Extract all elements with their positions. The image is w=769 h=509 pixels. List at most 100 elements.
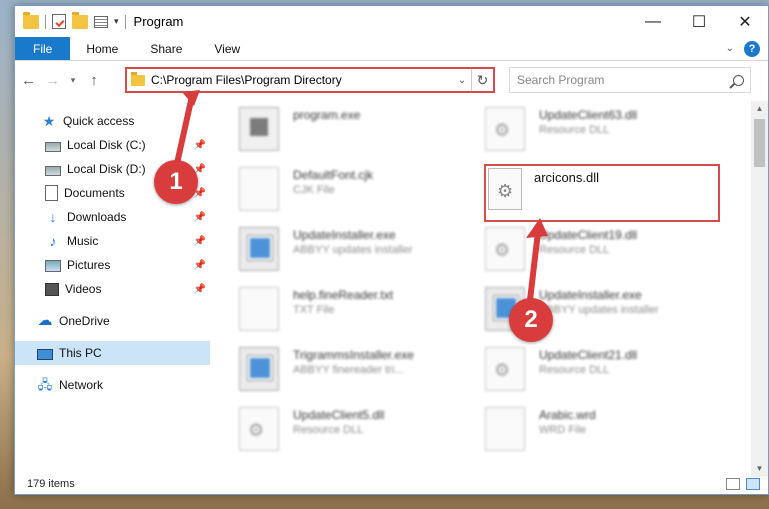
vertical-scrollbar[interactable]: ▲ ▼ <box>751 101 768 477</box>
file-name: arcicons.dll <box>534 170 600 185</box>
address-dropdown-icon[interactable]: ⌄ <box>453 75 471 86</box>
toolbar-divider <box>124 14 126 29</box>
search-box[interactable]: Search Program <box>509 67 751 93</box>
maximize-button[interactable]: ☐ <box>676 6 722 37</box>
properties-icon[interactable] <box>52 14 66 29</box>
dll-icon <box>239 407 279 451</box>
dll-icon <box>485 227 525 271</box>
address-bar[interactable]: C:\Program Files\Program Directory ⌄ ↻ <box>125 67 495 93</box>
file-name: UpdateClient63.dll <box>539 108 638 122</box>
file-item[interactable]: UpdateClient19.dll Resource DLL <box>485 227 735 283</box>
sidebar-item-label: Network <box>59 378 104 392</box>
address-path[interactable]: C:\Program Files\Program Directory <box>151 73 342 87</box>
tab-share[interactable]: Share <box>134 37 198 60</box>
expand-ribbon-icon[interactable]: ⌄ <box>726 43 734 54</box>
videos-icon <box>45 282 59 296</box>
back-arrow-icon[interactable]: ← <box>21 72 36 89</box>
sidebar-item-videos[interactable]: Videos 📌 <box>15 277 210 301</box>
new-folder-icon[interactable] <box>72 11 88 29</box>
file-item[interactable]: program.exe <box>239 107 489 163</box>
tab-view[interactable]: View <box>198 37 256 60</box>
sidebar-item-onedrive[interactable]: ☁ OneDrive <box>15 309 210 333</box>
search-icon[interactable] <box>733 74 744 86</box>
dll-icon <box>485 347 525 391</box>
sidebar-item-downloads[interactable]: ↓ Downloads 📌 <box>15 205 210 229</box>
file-item[interactable]: UpdateClient63.dll Resource DLL <box>485 107 735 163</box>
sidebar-item-label: OneDrive <box>59 314 110 328</box>
file-type: TXT File <box>293 304 335 316</box>
forward-arrow-icon[interactable]: → <box>45 72 60 89</box>
step-1-badge: 1 <box>154 160 198 204</box>
pin-icon[interactable]: 📌 <box>194 212 206 223</box>
step-2-badge: 2 <box>509 298 553 342</box>
sidebar-item-quick-access[interactable]: ★ Quick access <box>15 109 210 133</box>
up-arrow-icon[interactable]: ↑ <box>87 72 101 89</box>
navigation-pane: ★ Quick access Local Disk (C:) 📌 Local D… <box>15 101 210 461</box>
file-item[interactable]: UpdateInstaller.exe ABBYY updates install… <box>239 227 489 283</box>
file-name: UpdateInstaller.exe <box>539 288 642 302</box>
pin-icon[interactable]: 📌 <box>194 236 206 247</box>
file-item-arcicons[interactable]: arcicons.dll <box>488 168 599 210</box>
sidebar-item-label: Quick access <box>63 114 135 128</box>
scroll-up-icon[interactable]: ▲ <box>751 101 768 117</box>
pin-icon[interactable]: 📌 <box>194 260 206 271</box>
file-name: Arabic.wrd <box>539 408 596 422</box>
refresh-icon[interactable]: ↻ <box>471 69 493 91</box>
doc-icon <box>485 407 525 451</box>
help-icon[interactable]: ? <box>744 40 760 57</box>
sidebar-item-network[interactable]: 🖧 Network <box>15 373 210 397</box>
file-name: DefaultFont.cjk <box>293 168 374 182</box>
sidebar-item-this-pc[interactable]: This PC <box>15 341 210 365</box>
sidebar-item-label: Local Disk (C:) <box>67 138 146 152</box>
pin-icon[interactable]: 📌 <box>194 140 206 151</box>
pc-icon <box>37 348 53 360</box>
details-view-icon[interactable] <box>726 478 740 490</box>
view-options-icon[interactable] <box>94 15 108 28</box>
sidebar-item-music[interactable]: ♪ Music 📌 <box>15 229 210 253</box>
scrollbar-thumb[interactable] <box>754 119 765 167</box>
file-item[interactable]: UpdateClient21.dll Resource DLL <box>485 347 735 403</box>
file-list: program.exe UpdateClient63.dll Resource D… <box>211 101 746 461</box>
tab-home[interactable]: Home <box>70 37 134 60</box>
pin-icon[interactable]: 📌 <box>194 284 206 295</box>
file-item[interactable]: UpdateClient5.dll Resource DLL <box>239 407 489 461</box>
music-icon: ♪ <box>49 233 57 249</box>
quick-access-toolbar: ▾ <box>15 6 126 37</box>
file-type: WRD File <box>539 424 587 436</box>
window-controls: — ☐ ✕ <box>630 6 768 37</box>
folder-icon <box>23 11 39 29</box>
title-bar: ▾ Program — ☐ ✕ <box>15 6 768 37</box>
sidebar-item-label: Pictures <box>67 258 111 272</box>
sidebar-item-label: Documents <box>64 186 125 200</box>
sidebar-item-pictures[interactable]: Pictures 📌 <box>15 253 210 277</box>
folder-icon <box>131 71 145 86</box>
sidebar-item-local-disk-c[interactable]: Local Disk (C:) 📌 <box>15 133 210 157</box>
file-item[interactable]: help.fineReader.txt TXT File <box>239 287 489 343</box>
sidebar-item-label: Videos <box>65 282 102 296</box>
window-title: Program <box>133 14 184 29</box>
customize-toolbar-dropdown-icon[interactable]: ▾ <box>114 16 119 27</box>
file-name: UpdateInstaller.exe <box>293 228 396 242</box>
file-type: ABBYY finereader tri... <box>293 364 404 376</box>
file-item[interactable]: Arabic.wrd WRD File <box>485 407 735 461</box>
tab-file[interactable]: File <box>15 37 71 60</box>
file-name: TrigrammsInstaller.exe <box>293 348 414 362</box>
large-icons-view-icon[interactable] <box>746 478 760 490</box>
recent-locations-dropdown-icon[interactable]: ▾ <box>69 75 77 86</box>
toolbar-divider <box>45 14 46 29</box>
search-placeholder[interactable]: Search Program <box>517 73 604 87</box>
file-type: ABBYY updates installer <box>539 304 659 316</box>
minimize-button[interactable]: — <box>630 6 676 37</box>
sidebar-item-label: Local Disk (D:) <box>67 162 146 176</box>
file-type: CJK File <box>293 184 335 196</box>
cloud-icon: ☁ <box>37 312 53 329</box>
view-switcher <box>726 478 760 490</box>
close-button[interactable]: ✕ <box>722 6 768 37</box>
file-type: ABBYY updates installer <box>293 244 413 256</box>
pictures-icon <box>45 260 61 272</box>
file-item[interactable]: DefaultFont.cjk CJK File <box>239 167 489 223</box>
item-count: 179 items <box>27 478 75 490</box>
star-icon: ★ <box>42 113 56 129</box>
file-item[interactable]: TrigrammsInstaller.exe ABBYY finereader t… <box>239 347 489 403</box>
doc-icon <box>239 287 279 331</box>
